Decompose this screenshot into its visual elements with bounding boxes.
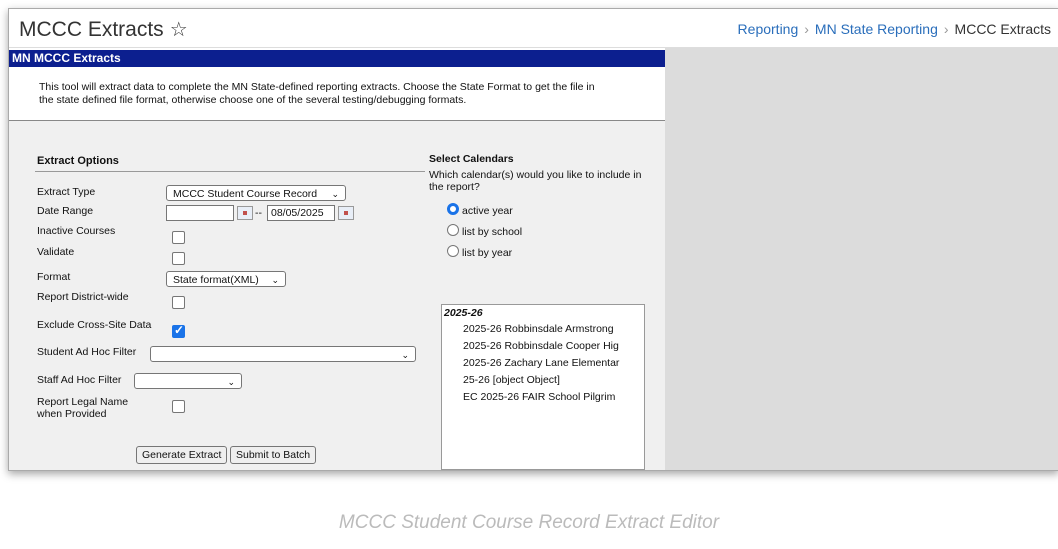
report-district-checkbox[interactable] [172,296,185,309]
validate-label: Validate [37,246,75,258]
student-filter-label: Student Ad Hoc Filter [37,346,137,358]
radio-active-year-label[interactable]: active year [462,205,513,217]
legal-name-label-line-1: Report Legal Name [37,396,129,408]
generate-extract-button[interactable]: Generate Extract [136,446,228,464]
calendar-icon[interactable] [338,206,354,220]
description-line-2: the state defined file format, otherwise… [39,94,467,106]
section-divider [35,171,425,172]
chevron-down-icon: ⌄ [401,350,409,360]
validate-checkbox[interactable] [172,252,185,265]
date-start-input[interactable] [166,205,234,221]
legal-name-label: Report Legal Name when Provided [37,396,128,420]
app-window: MCCC Extracts ☆ Reporting › MN State Report… [8,8,1058,471]
side-panel [665,48,1058,470]
breadcrumb: Reporting › MN State Reporting › MCCC Extrac… [738,21,1051,37]
radio-active-year[interactable] [447,203,459,215]
inactive-courses-label: Inactive Courses [37,225,116,237]
star-icon[interactable]: ☆ [170,19,188,41]
inactive-courses-checkbox[interactable] [172,231,185,244]
list-item[interactable]: 2025-26 Zachary Lane Elementar [463,357,619,369]
description-line-1: This tool will extract data to complete … [39,81,595,93]
staff-filter-select[interactable]: ⌄ [134,373,242,389]
breadcrumb-current: MCCC Extracts [954,21,1051,37]
format-value: State format(XML) [173,274,259,286]
chevron-right-icon: › [804,21,809,37]
figure-caption: MCCC Student Course Record Extract Edito… [338,512,720,533]
report-district-label: Report District-wide [37,291,129,303]
calendars-question-line-2: the report? [429,181,480,193]
calendars-question-line-1: Which calendar(s) would you like to incl… [429,169,642,181]
extract-editor: MN MCCC Extracts This tool will extract … [9,48,665,470]
format-select[interactable]: State format(XML) ⌄ [166,271,286,287]
extract-type-value: MCCC Student Course Record [173,188,318,200]
radio-list-by-year-label[interactable]: list by year [462,247,512,259]
date-range-label: Date Range [37,205,94,217]
exclude-cross-site-checkbox[interactable] [172,323,185,338]
extract-type-label: Extract Type [37,186,96,198]
extract-type-select[interactable]: MCCC Student Course Record ⌄ [166,185,346,201]
radio-list-by-school[interactable] [447,224,459,236]
exclude-cross-site-label: Exclude Cross-Site Data [37,319,152,331]
legal-name-label-line-2: when Provided [37,408,107,420]
submit-to-batch-button[interactable]: Submit to Batch [230,446,317,464]
list-item[interactable]: 25-26 [object Object] [463,374,560,386]
breadcrumb-reporting[interactable]: Reporting [738,21,799,37]
breadcrumb-mn-state-reporting[interactable]: MN State Reporting [815,21,938,37]
top-bar: MCCC Extracts ☆ Reporting › MN State Report… [9,9,1058,48]
calendar-icon[interactable] [237,206,253,220]
date-end-input[interactable]: 08/05/2025 [267,205,335,221]
chevron-right-icon: › [943,21,949,37]
list-item[interactable]: 2025-26 Robbinsdale Cooper Hig [463,340,619,352]
select-calendars-title: Select Calendars [429,153,514,165]
calendar-year-group: 2025-26 [444,307,483,319]
legal-name-checkbox[interactable] [172,400,185,413]
chevron-down-icon: ⌄ [331,189,339,199]
calendar-listbox[interactable]: 2025-26 2025-26 Robbinsdale Armstrong 20… [441,304,645,470]
panel-description: This tool will extract data to complete … [39,81,639,107]
list-item[interactable]: 2025-26 Robbinsdale Armstrong [463,323,614,335]
calendars-question: Which calendar(s) would you like to incl… [429,169,641,193]
panel-header: MN MCCC Extracts [9,50,665,67]
page-title-text: MCCC Extracts [19,18,164,41]
chevron-down-icon: ⌄ [271,275,279,285]
date-separator: -- [255,207,262,219]
radio-list-by-year[interactable] [447,245,459,257]
radio-list-by-school-label[interactable]: list by school [462,226,522,238]
list-item[interactable]: EC 2025-26 FAIR School Pilgrim [463,391,615,403]
page-title: MCCC Extracts ☆ [19,17,188,42]
format-label: Format [37,271,71,283]
staff-filter-label: Staff Ad Hoc Filter [37,374,122,386]
chevron-down-icon: ⌄ [227,377,235,387]
student-filter-select[interactable]: ⌄ [150,346,416,362]
extract-options-title: Extract Options [37,155,119,167]
